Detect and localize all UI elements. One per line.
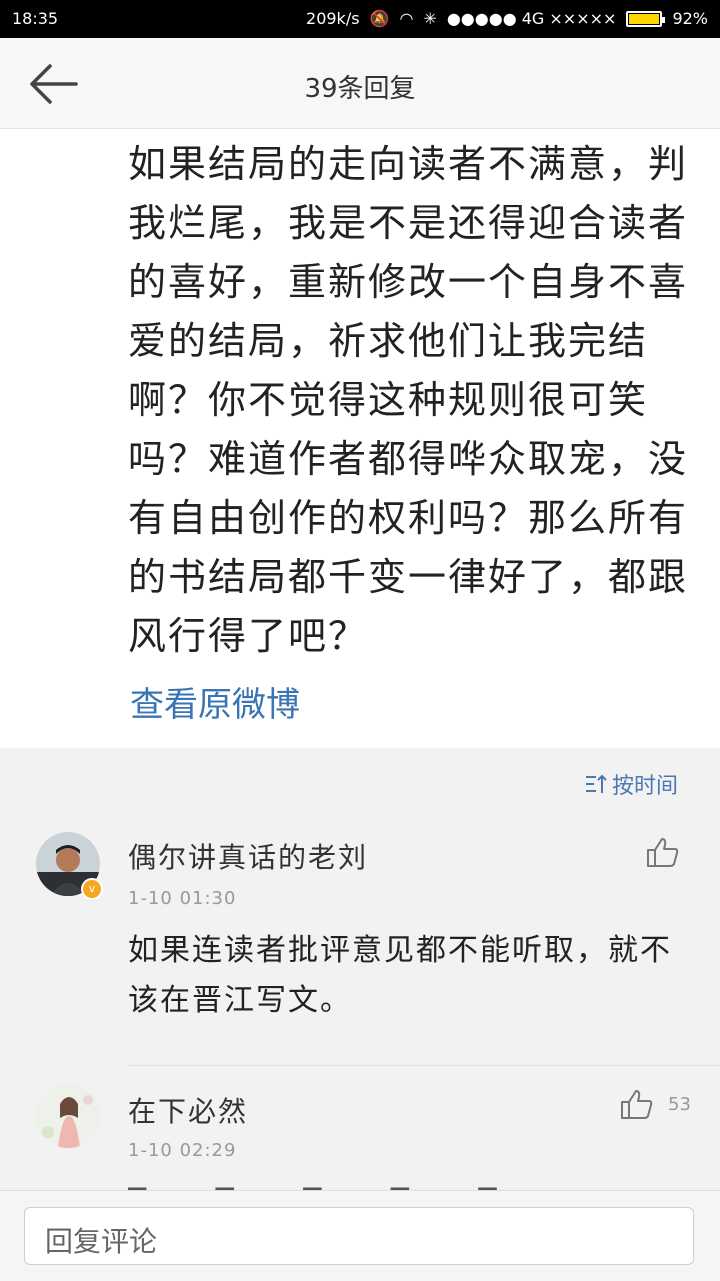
loading-icon: ✳ xyxy=(423,9,437,28)
comment-item: 在下必然 1-10 02:29 53 xyxy=(0,1066,720,1190)
network-speed: 209k/s xyxy=(306,9,360,28)
top-bar: 39条回复 xyxy=(0,38,720,129)
thumbs-up-icon xyxy=(621,1090,653,1119)
commenter-name[interactable]: 偶尔讲真话的老刘 xyxy=(128,836,368,876)
verified-badge-icon: v xyxy=(81,878,103,900)
status-time: 18:35 xyxy=(12,9,59,28)
status-bar: 18:35 209k/s 🔕 ◠ ✳ ●●●●● 4G ××××× 92% xyxy=(0,0,720,38)
sort-label: 按时间 xyxy=(611,774,678,799)
page-title: 39条回复 xyxy=(304,74,416,104)
thumbs-up-icon xyxy=(647,838,679,867)
sort-by-time-button[interactable]: 按时间 xyxy=(584,768,678,800)
avatar-image xyxy=(36,1084,100,1148)
comment-time: 1-10 01:30 xyxy=(128,888,237,909)
reply-input[interactable]: 回复评论 xyxy=(24,1207,694,1265)
view-original-link[interactable]: 查看原微博 xyxy=(130,677,300,726)
like-button[interactable] xyxy=(620,1088,654,1124)
mute-icon: 🔕 xyxy=(369,9,390,28)
wifi-icon: ◠ xyxy=(399,9,414,28)
signal-indicator: ●●●●● 4G ××××× xyxy=(446,9,617,28)
reply-bar: 回复评论 xyxy=(0,1190,720,1281)
comment-time: 1-10 02:29 xyxy=(128,1140,237,1161)
original-post: 如果结局的走向读者不满意，判我烂尾，我是不是还得迎合读者的喜好，重新修改一个自身… xyxy=(0,129,720,748)
comment-text-cutoff: ─ ─ ─ ─ ─ xyxy=(128,1176,688,1190)
battery-icon xyxy=(626,10,666,27)
like-button[interactable] xyxy=(646,836,680,872)
avatar[interactable] xyxy=(36,1084,100,1148)
comment-item: v 偶尔讲真话的老刘 1-10 01:30 如果连读者批评意见都不能听取，就不该… xyxy=(0,816,720,1066)
battery-percent: 92% xyxy=(672,9,708,28)
battery-fill xyxy=(629,13,659,24)
like-count: 53 xyxy=(668,1094,691,1115)
sort-icon xyxy=(585,774,607,793)
comment-text: 如果连读者批评意见都不能听取，就不该在晋江写文。 xyxy=(128,933,672,1018)
status-right: 209k/s 🔕 ◠ ✳ ●●●●● 4G ××××× 92% xyxy=(306,9,708,28)
sort-bar: 按时间 xyxy=(0,748,720,816)
commenter-name[interactable]: 在下必然 xyxy=(128,1090,248,1130)
post-text: 如果结局的走向读者不满意，判我烂尾，我是不是还得迎合读者的喜好，重新修改一个自身… xyxy=(128,142,689,658)
